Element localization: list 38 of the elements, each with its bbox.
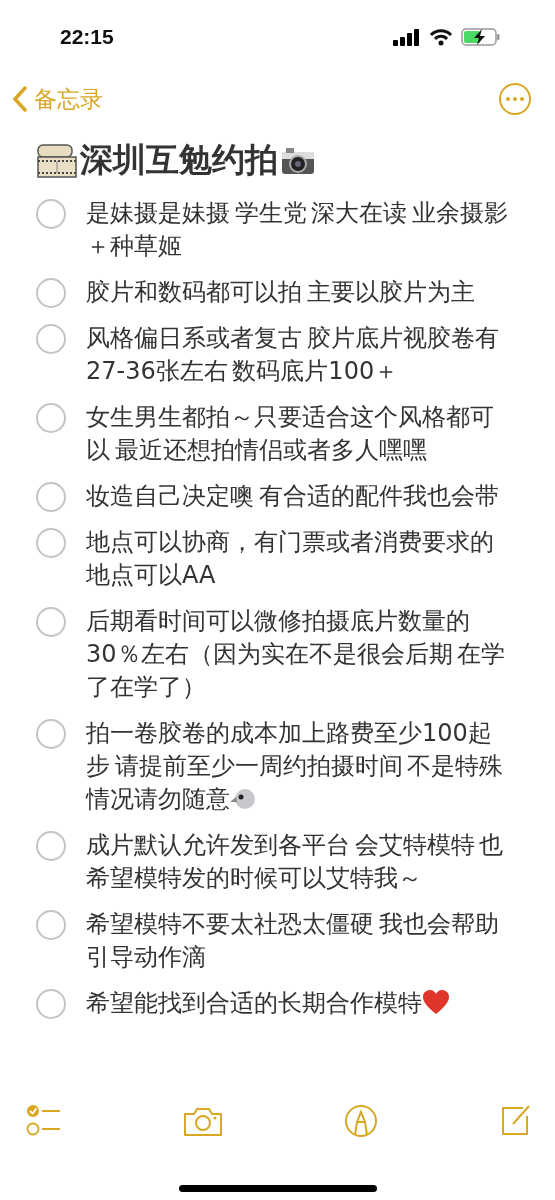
checklist-checkbox[interactable] <box>36 482 66 512</box>
heart-icon <box>422 989 450 1015</box>
checklist-checkbox[interactable] <box>36 989 66 1019</box>
wifi-icon <box>429 28 453 46</box>
checklist-checkbox[interactable] <box>36 607 66 637</box>
checklist-checkbox[interactable] <box>36 719 66 749</box>
bird-icon <box>230 788 256 810</box>
camera-icon[interactable] <box>183 1105 223 1137</box>
checklist-checkbox[interactable] <box>36 910 66 940</box>
status-time: 22:15 <box>60 25 114 49</box>
more-button[interactable] <box>499 83 531 115</box>
compose-icon[interactable] <box>499 1104 533 1138</box>
checklist-item-text: 后期看时间可以微修拍摄底片数量的30％左右（因为实在不是很会后期 在学了在学了） <box>86 606 507 703</box>
camera-icon <box>280 145 316 176</box>
chevron-icon <box>12 86 28 112</box>
checklist-checkbox[interactable] <box>36 278 66 308</box>
battery-charging-icon <box>461 27 501 47</box>
markup-pen-icon[interactable] <box>344 1104 378 1138</box>
checklist-checkbox[interactable] <box>36 199 66 229</box>
checklist-item-text: 风格偏日系或者复古 胶片底片视胶卷有27-36张左右 数码底片100＋ <box>86 323 500 387</box>
checklist-item-text: 希望模特不要太社恐太僵硬 我也会帮助引导动作滴 <box>86 909 500 973</box>
checklist-checkbox[interactable] <box>36 831 66 861</box>
checklist-checkbox[interactable] <box>36 324 66 354</box>
signal-icon <box>393 28 421 46</box>
checklist-checkbox[interactable] <box>36 403 66 433</box>
checklist-item-text: 成片默认允许发到各平台 会艾特模特 也希望模特发的时候可以艾特我～ <box>86 830 505 894</box>
film-strip-icon <box>36 142 78 179</box>
note-title: 深圳互勉约拍 <box>80 139 278 181</box>
checklist-item-text: 妆造自己决定噢 有合适的配件我也会带 <box>86 481 500 512</box>
checklist-item-text: 地点可以协商，有门票或者消费要求的地点可以AA <box>86 527 495 591</box>
checklist-item-text: 拍一卷胶卷的成本加上路费至少100起步 请提前至少一周约拍摄时间 不是特殊情况请勿随意 <box>86 718 505 815</box>
checklist-icon[interactable] <box>26 1104 62 1138</box>
back-button[interactable]: 备忘录 <box>12 83 103 115</box>
checklist-item-text: 胶片和数码都可以拍 主要以胶片为主 <box>86 277 476 308</box>
checklist-item-text: 女生男生都拍～只要适合这个风格都可以 最近还想拍情侣或者多人嘿嘿 <box>86 402 495 466</box>
checklist-item-text: 希望能找到合适的长期合作模特 <box>86 987 514 1020</box>
checklist-item-text: 是妹摄是妹摄 学生党 深大在读 业余摄影＋种草姬 <box>86 198 509 262</box>
checklist-checkbox[interactable] <box>36 528 66 558</box>
